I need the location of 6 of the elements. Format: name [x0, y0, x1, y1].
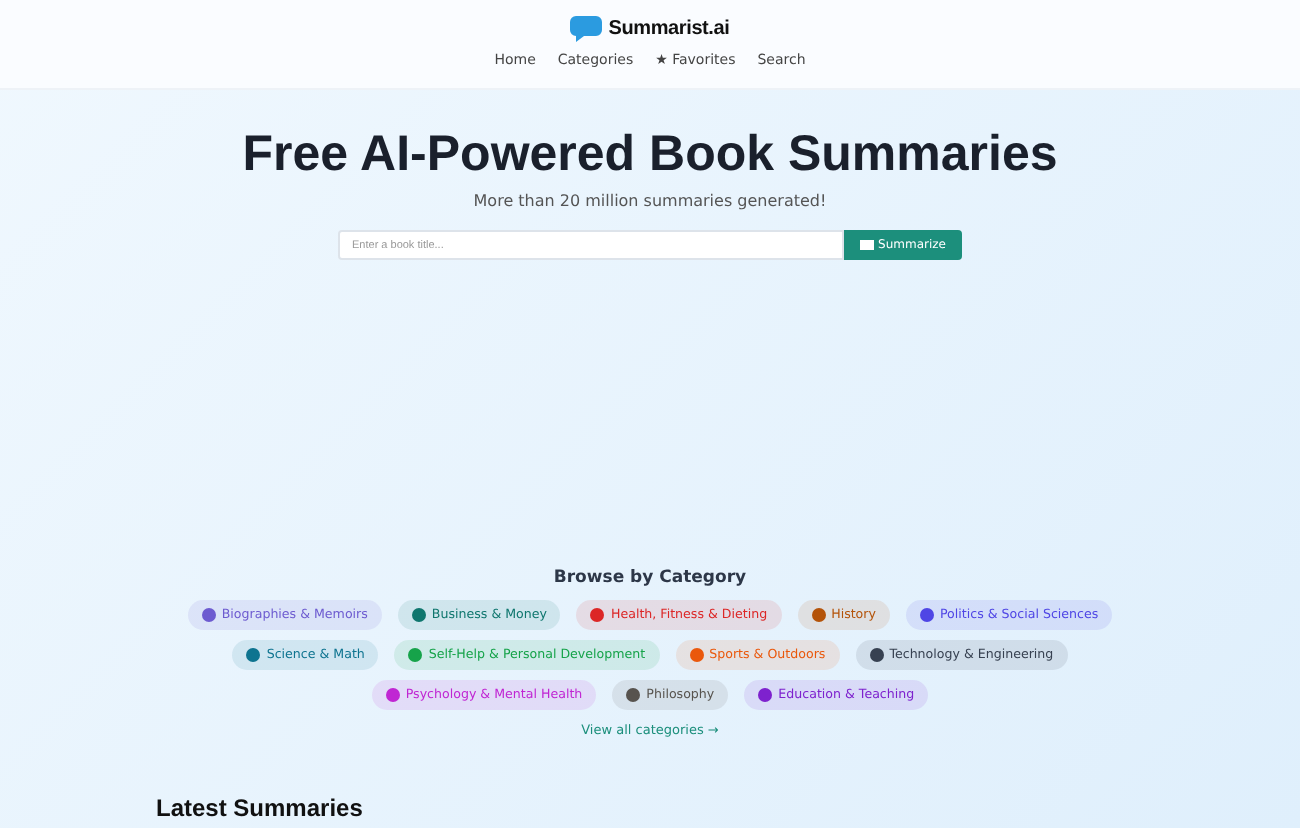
section-heading: Latest Summaries	[156, 794, 365, 822]
subtitle: More than 20 million summaries generated!	[473, 192, 827, 210]
speech-bubble-logo-icon	[570, 14, 603, 42]
page-title: Free AI-Powered Book Summaries	[242, 126, 1058, 184]
section-heading: Browse by Category	[553, 568, 747, 588]
logo-text[interactable]: Summarist.ai	[608, 17, 730, 39]
